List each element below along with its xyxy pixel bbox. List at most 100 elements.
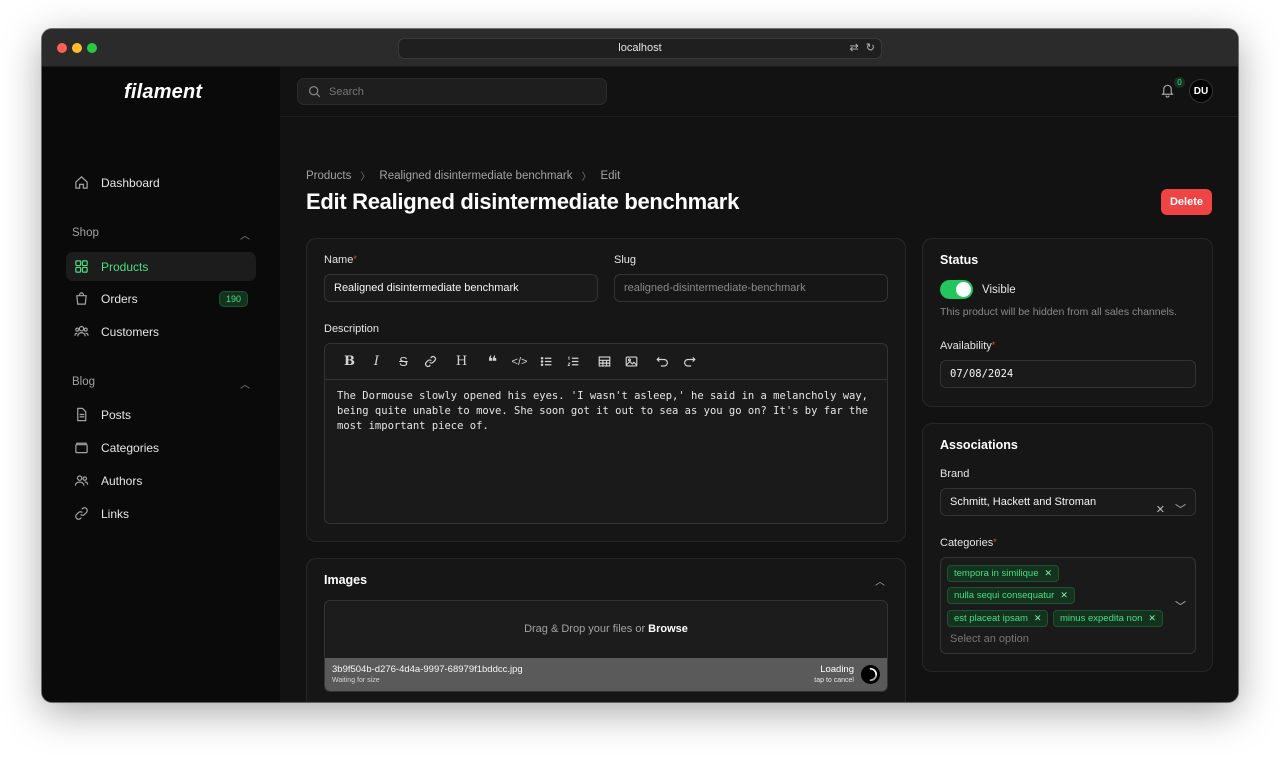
app-logo[interactable]: filament: [124, 81, 202, 104]
maximize-window-button[interactable]: [87, 43, 97, 53]
brand-select[interactable]: Schmitt, Hackett and Stroman ✕ ﹀: [940, 488, 1196, 516]
images-section-title: Images: [324, 573, 368, 587]
bold-icon[interactable]: B: [336, 352, 363, 372]
sidebar-item-customers[interactable]: Customers: [66, 317, 256, 346]
category-tag: minus expedita non ✕: [1053, 610, 1163, 627]
associations-card: Associations Brand Schmitt, Hackett and …: [922, 423, 1213, 672]
search-input[interactable]: Search: [297, 78, 607, 105]
search-icon: [308, 85, 321, 98]
product-form-card: Name* Realigned disintermediate benchmar…: [306, 238, 906, 542]
grid-icon: [73, 259, 89, 275]
category-tag: tempora in similique ✕: [947, 565, 1060, 582]
remove-tag-icon[interactable]: ✕: [1044, 568, 1052, 578]
categories-multiselect[interactable]: tempora in similique ✕ nulla sequi conseq…: [940, 557, 1196, 654]
slug-field[interactable]: realigned-disintermediate-benchmark: [614, 274, 888, 302]
search-placeholder: Search: [329, 85, 364, 98]
link-icon: [73, 506, 89, 522]
visible-toggle[interactable]: [940, 280, 973, 299]
sidebar-item-label: Orders: [101, 291, 138, 306]
breadcrumb-products[interactable]: Products: [306, 170, 351, 182]
chevron-down-icon[interactable]: ﹀: [1175, 497, 1186, 523]
sidebar-item-label: Dashboard: [101, 175, 160, 190]
avatar[interactable]: DU: [1189, 79, 1213, 103]
sidebar-item-orders[interactable]: Orders 190: [66, 284, 256, 313]
remove-tag-icon[interactable]: ✕: [1034, 613, 1042, 623]
availability-date-field[interactable]: 07/08/2024: [940, 360, 1196, 388]
breadcrumb-edit: Edit: [600, 169, 621, 182]
italic-icon[interactable]: I: [363, 352, 390, 372]
minimize-window-button[interactable]: [72, 43, 82, 53]
sidebar-item-label: Products: [101, 259, 149, 274]
url-text: localhost: [618, 42, 662, 54]
redo-icon[interactable]: [676, 352, 703, 372]
reload-icon[interactable]: ↻: [866, 42, 875, 54]
associations-section-title: Associations: [940, 438, 1018, 452]
quote-icon[interactable]: ❝: [479, 352, 506, 372]
chevron-down-icon[interactable]: ﹀: [1175, 598, 1186, 614]
group-label: Shop: [72, 227, 99, 239]
file-name: 3b9f504b-d276-4d4a-9997-68979f1bddcc.jpg: [332, 664, 523, 675]
table-icon[interactable]: [591, 352, 618, 372]
sidebar-item-label: Links: [101, 506, 130, 521]
link-icon[interactable]: [417, 352, 444, 372]
chevron-up-icon[interactable]: ︿: [240, 227, 250, 242]
image-icon[interactable]: [618, 352, 645, 372]
topbar: Search 0 DU: [280, 67, 1238, 117]
description-label: Description: [324, 323, 380, 335]
code-icon[interactable]: </>: [506, 352, 533, 372]
availability-label: Availability*: [940, 340, 996, 352]
page-title: Edit Realigned disintermediate benchmark: [306, 189, 740, 214]
document-icon: [73, 407, 89, 423]
brand-value: Schmitt, Hackett and Stroman: [950, 496, 1097, 508]
address-bar[interactable]: localhost ⇄ ↻: [398, 38, 882, 59]
loading-status: Loading: [820, 664, 854, 675]
bullet-list-icon[interactable]: [533, 352, 560, 372]
category-tag: nulla sequi consequatur ✕: [947, 587, 1075, 604]
ordered-list-icon[interactable]: [560, 352, 587, 372]
sidebar: filament Dashboard Shop ︿ Products Order…: [42, 67, 280, 702]
name-label: Name*: [324, 254, 357, 266]
visible-label: Visible: [982, 284, 1016, 296]
undo-icon[interactable]: [649, 352, 676, 372]
close-window-button[interactable]: [57, 43, 67, 53]
sidebar-item-products[interactable]: Products: [66, 252, 256, 281]
chevron-right-icon: 〉: [360, 172, 371, 183]
users-icon: [73, 324, 89, 340]
strikethrough-icon[interactable]: S: [390, 352, 417, 372]
translate-icon[interactable]: ⇄: [850, 42, 859, 54]
breadcrumb-record[interactable]: Realigned disintermediate benchmark: [379, 170, 572, 182]
sidebar-item-authors[interactable]: Authors: [66, 466, 256, 495]
sidebar-item-posts[interactable]: Posts: [66, 400, 256, 429]
sidebar-item-label: Posts: [101, 407, 132, 422]
name-field[interactable]: Realigned disintermediate benchmark: [324, 274, 598, 302]
sidebar-item-dashboard[interactable]: Dashboard: [66, 168, 256, 197]
delete-button[interactable]: Delete: [1161, 189, 1212, 215]
sidebar-item-links[interactable]: Links: [66, 499, 256, 528]
sidebar-group-shop[interactable]: Shop ︿: [72, 227, 250, 242]
bell-icon[interactable]: [1160, 82, 1175, 103]
visible-hint: This product will be hidden from all sal…: [940, 306, 1177, 318]
description-text[interactable]: The Dormouse slowly opened his eyes. 'I …: [325, 380, 887, 443]
remove-tag-icon[interactable]: ✕: [1148, 613, 1156, 623]
sidebar-group-blog[interactable]: Blog ︿: [72, 376, 250, 391]
breadcrumb: Products 〉 Realigned disintermediate ben…: [306, 168, 621, 184]
orders-count-badge: 190: [218, 291, 248, 307]
sidebar-item-categories[interactable]: Categories: [66, 433, 256, 462]
chevron-right-icon: 〉: [581, 172, 592, 183]
cancel-hint[interactable]: tap to cancel: [814, 677, 854, 684]
heading-icon[interactable]: H: [448, 352, 475, 372]
browse-link[interactable]: Browse: [648, 623, 688, 635]
status-section-title: Status: [940, 253, 979, 267]
chevron-up-icon[interactable]: ︿: [875, 573, 885, 588]
description-editor[interactable]: B I S H ❝ </> The Dormouse slowly opened…: [324, 343, 888, 524]
user-group-icon: [73, 473, 89, 489]
remove-tag-icon[interactable]: ✕: [1060, 590, 1068, 600]
spinner-icon[interactable]: [861, 665, 880, 684]
chevron-up-icon[interactable]: ︿: [240, 376, 250, 391]
select-placeholder[interactable]: Select an option: [950, 633, 1029, 645]
file-dropzone[interactable]: Drag & Drop your files or Browse 3b9f504…: [324, 600, 888, 692]
browser-window: localhost ⇄ ↻ filament Dashboard Shop ︿ …: [42, 29, 1238, 702]
shopping-bag-icon: [73, 291, 89, 307]
clear-icon[interactable]: ✕: [1156, 497, 1165, 523]
browser-titlebar: localhost ⇄ ↻: [42, 29, 1238, 67]
